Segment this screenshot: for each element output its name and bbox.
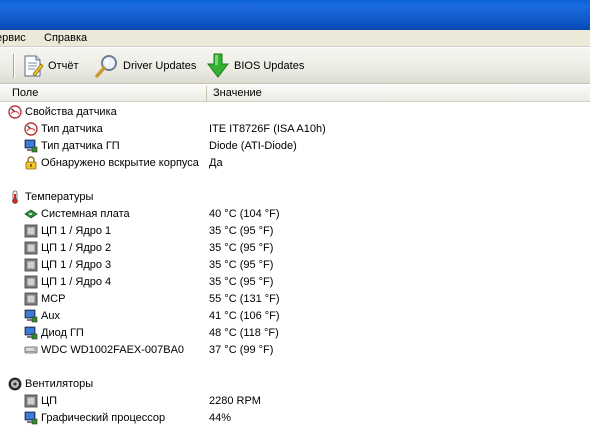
list-item[interactable]: Диод ГП 48 °C (118 °F)	[0, 325, 590, 342]
cpu-icon	[24, 292, 38, 306]
item-name: WDC WD1002FAEX-007BA0	[41, 344, 185, 356]
item-value: Diode (ATI-Diode)	[209, 140, 297, 152]
list-item[interactable]: ЦП 1 / Ядро 3 35 °C (95 °F)	[0, 257, 590, 274]
item-name: Aux	[41, 310, 60, 322]
motherboard-icon	[24, 207, 38, 221]
item-name: Диод ГП	[41, 327, 84, 339]
window-title-bar[interactable]	[0, 0, 590, 30]
list-item[interactable]: ЦП 1 / Ядро 4 35 °C (95 °F)	[0, 274, 590, 291]
toolbar: Отчёт Driver Updates BIOS Updates	[0, 48, 590, 84]
menu-help[interactable]: Справка	[44, 32, 87, 44]
report-button[interactable]: Отчёт	[22, 53, 78, 79]
item-name: ЦП 1 / Ядро 3	[41, 259, 112, 271]
item-name: Обнаружено вскрытие корпуса	[41, 157, 199, 169]
report-icon	[22, 54, 44, 78]
item-name: ЦП 1 / Ядро 4	[41, 276, 112, 288]
list-item[interactable]: ЦП 1 / Ядро 2 35 °C (95 °F)	[0, 240, 590, 257]
group-title: Вентиляторы	[25, 378, 94, 390]
sensor-gauge-icon	[24, 122, 38, 136]
list-item[interactable]: Графический процессор 44%	[0, 410, 590, 427]
bios-updates-button[interactable]: BIOS Updates	[206, 53, 304, 79]
item-value: 41 °C (106 °F)	[209, 310, 280, 322]
item-value: Да	[209, 157, 223, 169]
cpu-icon	[24, 224, 38, 238]
cpu-icon	[24, 241, 38, 255]
item-name: ЦП 1 / Ядро 1	[41, 225, 112, 237]
item-name: Системная плата	[41, 208, 130, 220]
item-name: ЦП 1 / Ядро 2	[41, 242, 112, 254]
column-header-value[interactable]: Значение	[213, 87, 262, 99]
driver-updates-label: Driver Updates	[123, 60, 197, 72]
list-item[interactable]: WDC WD1002FAEX-007BA0 37 °C (99 °F)	[0, 342, 590, 359]
item-name: ЦП	[41, 395, 58, 407]
menu-bar: ервис Справка	[0, 30, 590, 47]
download-arrow-icon	[206, 53, 230, 79]
item-value: 35 °C (95 °F)	[209, 225, 274, 237]
column-header-field[interactable]: Поле	[12, 87, 38, 99]
item-name: Тип датчика	[41, 123, 103, 135]
driver-updates-button[interactable]: Driver Updates	[95, 53, 196, 79]
menu-service[interactable]: ервис	[0, 32, 26, 44]
item-value: 35 °C (95 °F)	[209, 242, 274, 254]
cpu-icon	[24, 258, 38, 272]
item-value: 35 °C (95 °F)	[209, 259, 274, 271]
group-title: Температуры	[25, 191, 94, 203]
lock-icon	[24, 156, 38, 170]
item-value: 48 °C (118 °F)	[209, 327, 279, 339]
monitor-icon	[24, 411, 38, 425]
group-temperatures[interactable]: Температуры	[0, 189, 590, 206]
item-value: 40 °C (104 °F)	[209, 208, 280, 220]
cpu-icon	[24, 275, 38, 289]
group-fans[interactable]: Вентиляторы	[0, 376, 590, 393]
list-item[interactable]: Тип датчика ITE IT8726F (ISA A10h)	[0, 121, 590, 138]
report-label: Отчёт	[48, 60, 79, 72]
item-value: ITE IT8726F (ISA A10h)	[209, 123, 326, 135]
list-item[interactable]: ЦП 2280 RPM	[0, 393, 590, 410]
sensor-properties-icon	[8, 105, 22, 119]
monitor-icon	[24, 326, 38, 340]
item-value: 44%	[209, 412, 232, 424]
list-item[interactable]: Обнаружено вскрытие корпуса Да	[0, 155, 590, 172]
list-item[interactable]: Aux 41 °C (106 °F)	[0, 308, 590, 325]
list-item[interactable]: MCP 55 °C (131 °F)	[0, 291, 590, 308]
list-item[interactable]: Тип датчика ГП Diode (ATI-Diode)	[0, 138, 590, 155]
monitor-icon	[24, 139, 38, 153]
column-header: Поле Значение	[0, 85, 590, 102]
thermometer-icon	[8, 190, 22, 204]
item-value: 2280 RPM	[209, 395, 261, 407]
group-sensor-properties[interactable]: Свойства датчика	[0, 104, 590, 121]
hard-drive-icon	[24, 343, 38, 357]
item-value: 37 °C (99 °F)	[209, 344, 274, 356]
item-name: Графический процессор	[41, 412, 166, 424]
cpu-icon	[24, 394, 38, 408]
magnifier-icon	[95, 54, 119, 78]
toolbar-separator	[13, 54, 15, 78]
item-name: MCP	[41, 293, 66, 305]
list-item[interactable]: ЦП 1 / Ядро 1 35 °C (95 °F)	[0, 223, 590, 240]
group-title: Свойства датчика	[25, 106, 117, 118]
bios-updates-label: BIOS Updates	[234, 60, 305, 72]
column-divider[interactable]	[206, 86, 207, 101]
monitor-icon	[24, 309, 38, 323]
item-value: 55 °C (131 °F)	[209, 293, 280, 305]
item-value: 35 °C (95 °F)	[209, 276, 274, 288]
fan-icon	[8, 377, 22, 391]
item-name: Тип датчика ГП	[41, 140, 120, 152]
list-item[interactable]: Системная плата 40 °C (104 °F)	[0, 206, 590, 223]
